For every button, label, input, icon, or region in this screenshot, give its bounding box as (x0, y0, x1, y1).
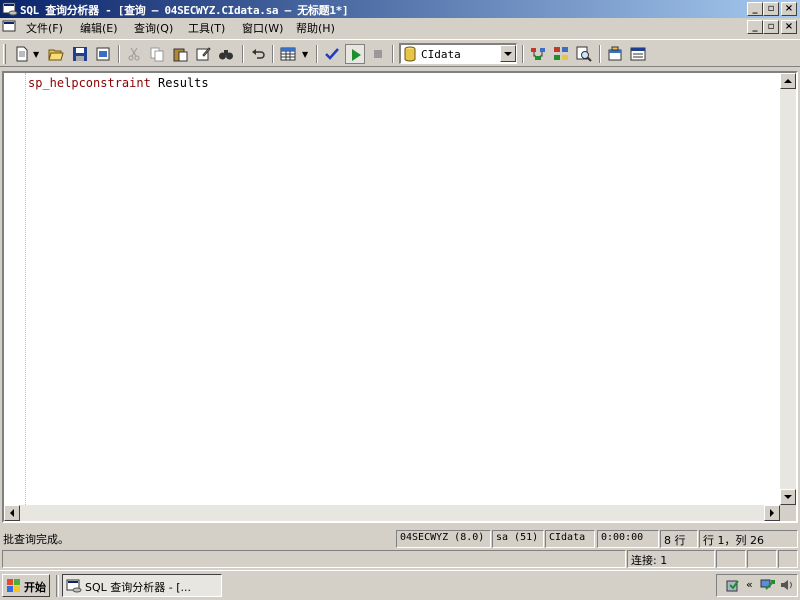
separator (316, 45, 318, 63)
taskbar-item-sql-query-analyzer[interactable]: SQL 查询分析器 - [... (62, 574, 222, 597)
scroll-up-icon[interactable] (780, 73, 796, 89)
size-grip[interactable] (778, 550, 798, 568)
scroll-corner (780, 505, 796, 521)
editor-line[interactable]: sp_helpconstraint Results (28, 76, 209, 90)
scroll-down-icon[interactable] (780, 489, 796, 505)
status-panel-blank-2 (747, 550, 777, 568)
editor-argument: Results (150, 76, 209, 90)
window-title: SQL 查询分析器 - [查询 — 04SECWYZ.CIdata.sa — 无… (20, 4, 349, 17)
windows-logo-icon (6, 578, 22, 597)
chevron-down-icon[interactable] (500, 45, 516, 62)
object-browser-icon[interactable] (551, 44, 571, 64)
toolbar-grip (3, 44, 6, 64)
child-minimize-button[interactable]: _ (747, 20, 763, 34)
horizontal-scrollbar[interactable] (4, 505, 780, 521)
status-database: CIdata (545, 530, 595, 548)
vertical-scrollbar[interactable] (780, 73, 796, 505)
cut-icon[interactable] (124, 44, 144, 64)
taskbar-separator (56, 575, 59, 597)
object-search-icon[interactable] (574, 44, 594, 64)
status-elapsed-time: 0:00:00 (597, 530, 659, 548)
status-connections: 连接: 1 (627, 550, 715, 568)
database-select[interactable]: CIdata (399, 43, 517, 64)
taskbar-item-label: SQL 查询分析器 - [... (85, 581, 192, 594)
menu-help[interactable]: 帮助(H) (296, 20, 335, 36)
results-grid-icon[interactable] (278, 44, 298, 64)
properties-icon[interactable] (605, 44, 625, 64)
app-icon[interactable] (2, 1, 18, 17)
scroll-left-icon[interactable] (4, 505, 20, 521)
new-dropdown-arrow-icon[interactable]: ▼ (33, 50, 39, 59)
child-restore-button[interactable]: ▫ (763, 20, 779, 34)
stored-procedure-keyword: sp_helpconstraint (28, 76, 151, 90)
start-label: 开始 (24, 581, 46, 594)
separator (118, 45, 120, 63)
editor-gutter (4, 73, 26, 505)
query-analyzer-icon (66, 578, 82, 597)
taskbar: 开始 SQL 查询分析器 - [... « (0, 570, 800, 600)
edit-icon[interactable] (193, 44, 213, 64)
undo-icon[interactable] (248, 44, 268, 64)
start-button[interactable]: 开始 (2, 574, 50, 597)
execute-icon[interactable] (345, 44, 365, 64)
menu-edit[interactable]: 编辑(E) (80, 20, 118, 36)
separator (242, 45, 244, 63)
status-panel-empty (2, 550, 626, 568)
open-icon[interactable] (46, 44, 66, 64)
status-server: 04SECWYZ (8.0) (396, 530, 491, 548)
find-icon[interactable] (216, 44, 236, 64)
separator (599, 45, 601, 63)
execution-plan-icon[interactable] (528, 44, 548, 64)
system-tray: « (716, 574, 798, 597)
parse-check-icon[interactable] (322, 44, 342, 64)
paste-icon[interactable] (170, 44, 190, 64)
status-panel-blank-1 (716, 550, 746, 568)
status-cursor-position: 行 1，列 26 (699, 530, 798, 548)
save-icon[interactable] (70, 44, 90, 64)
status-rows: 8 行 (660, 530, 698, 548)
menu-tools[interactable]: 工具(T) (188, 20, 225, 36)
tray-expand-icon[interactable]: « (746, 578, 753, 591)
speaker-icon[interactable] (779, 577, 795, 596)
close-button[interactable]: × (781, 2, 797, 16)
stop-icon[interactable] (368, 44, 388, 64)
new-query-icon[interactable] (12, 44, 32, 64)
menu-query[interactable]: 查询(Q) (134, 20, 173, 36)
database-icon (403, 46, 417, 65)
minimize-button[interactable]: _ (747, 2, 763, 16)
copy-icon[interactable] (147, 44, 167, 64)
scroll-right-icon[interactable] (764, 505, 780, 521)
title-bar[interactable]: SQL 查询分析器 - [查询 — 04SECWYZ.CIdata.sa — 无… (0, 0, 800, 18)
results-pane-icon[interactable] (628, 44, 648, 64)
separator (392, 45, 394, 63)
separator (522, 45, 524, 63)
sql-server-agent-icon[interactable] (725, 577, 741, 596)
child-close-button[interactable]: × (781, 20, 797, 34)
database-select-value: CIdata (421, 48, 461, 61)
network-icon[interactable] (760, 577, 776, 596)
menu-window[interactable]: 窗口(W) (242, 20, 283, 36)
separator (272, 45, 274, 63)
results-dropdown-arrow-icon[interactable]: ▼ (302, 50, 308, 59)
menu-bar: 文件(F) 编辑(E) 查询(Q) 工具(T) 窗口(W) 帮助(H) _ ▫ … (0, 18, 800, 37)
menu-file[interactable]: 文件(F) (26, 20, 63, 36)
query-editor[interactable]: sp_helpconstraint Results (2, 71, 798, 523)
toolbar: ▼ ▼ CIdata (0, 39, 800, 67)
load-script-icon[interactable] (93, 44, 113, 64)
document-icon[interactable] (2, 19, 18, 38)
status-user: sa (51) (492, 530, 544, 548)
status-message: 批查询完成。 (3, 533, 69, 546)
restore-button[interactable]: ▫ (763, 2, 779, 16)
